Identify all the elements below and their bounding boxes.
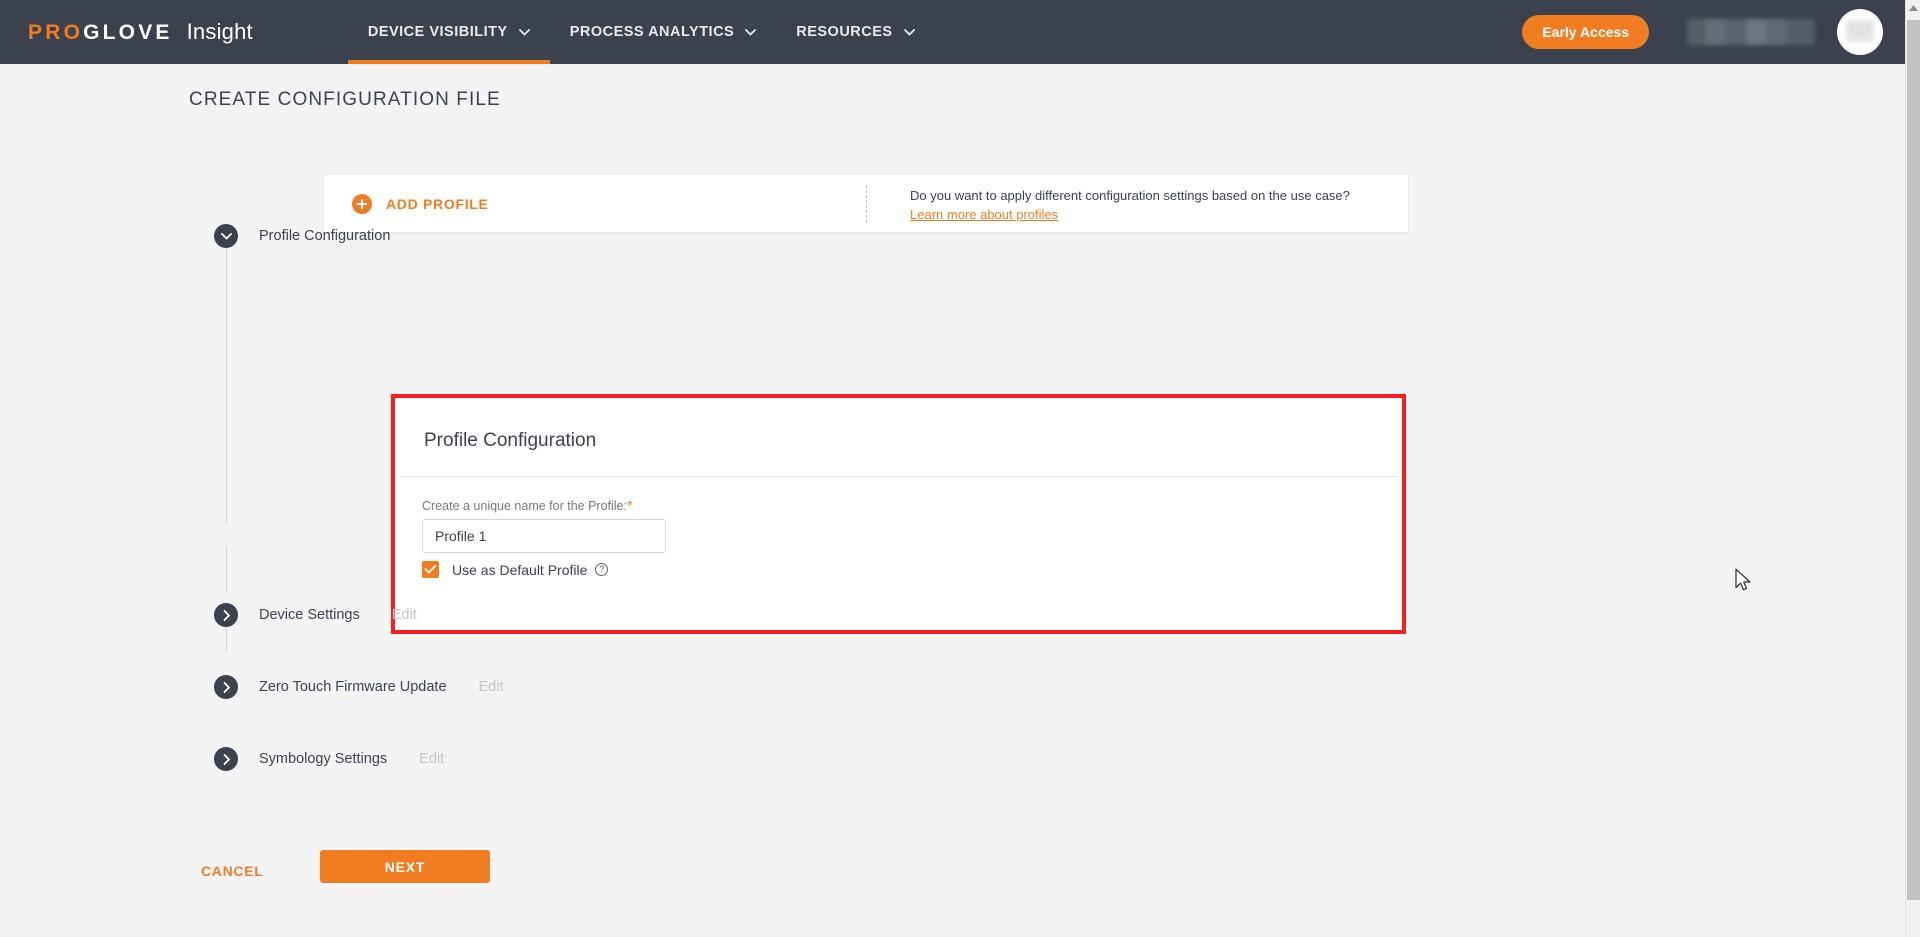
cancel-button[interactable]: CANCEL <box>197 855 268 887</box>
brand-glove-text: GLOVE <box>83 21 173 44</box>
required-marker: * <box>626 497 633 513</box>
add-profile-label: ADD PROFILE <box>386 195 489 212</box>
stepper-label-device-settings: Device Settings <box>259 607 360 623</box>
chevron-down-icon <box>903 28 915 36</box>
header-right-group: Early Access <box>1522 9 1883 55</box>
next-button[interactable]: NEXT <box>320 850 490 883</box>
nav-item-resources[interactable]: RESOURCES <box>776 0 934 64</box>
stepper-item-profile-configuration[interactable]: Profile Configuration <box>214 224 390 248</box>
main-navigation: DEVICE VISIBILITY PROCESS ANALYTICS RESO… <box>347 0 935 64</box>
use-as-default-profile-checkbox[interactable] <box>422 561 439 578</box>
learn-more-about-profiles-link[interactable]: Learn more about profiles <box>910 207 1058 222</box>
stepper-item-device-settings[interactable]: Device Settings Edit <box>214 603 417 627</box>
stepper-label-zero-touch-firmware-update: Zero Touch Firmware Update <box>259 679 447 695</box>
edit-link-symbology-settings[interactable]: Edit <box>419 751 444 767</box>
chevron-down-icon <box>518 28 530 36</box>
edit-link-zero-touch-firmware-update[interactable]: Edit <box>479 679 504 695</box>
brand-product-name: Insight <box>186 19 253 44</box>
scroll-up-arrow-icon[interactable] <box>1906 0 1920 16</box>
add-profile-card: ADD PROFILE Do you want to apply differe… <box>324 175 1408 232</box>
panel-divider <box>400 476 1397 477</box>
stepper-connector-line <box>226 546 227 592</box>
stepper-label-profile-configuration: Profile Configuration <box>259 228 391 244</box>
nav-label-device-visibility: DEVICE VISIBILITY <box>367 24 508 40</box>
user-name-redacted <box>1687 19 1815 45</box>
chevron-down-icon[interactable] <box>214 224 238 248</box>
brand-logo[interactable]: PRO GLOVE Insight <box>28 19 253 45</box>
user-avatar-icon[interactable] <box>1837 9 1883 55</box>
question-mark-icon[interactable]: ? <box>595 563 609 576</box>
plus-circle-icon <box>352 193 372 214</box>
scrollbar-thumb[interactable] <box>1907 20 1920 900</box>
stepper-item-symbology-settings[interactable]: Symbology Settings Edit <box>214 747 444 771</box>
stepper-label-symbology-settings: Symbology Settings <box>259 751 388 767</box>
stepper-item-zero-touch-firmware-update[interactable]: Zero Touch Firmware Update Edit <box>214 675 504 699</box>
profile-name-field-label: Create a unique name for the Profile:* <box>422 497 632 513</box>
app-header: PRO GLOVE Insight DEVICE VISIBILITY PROC… <box>0 0 1905 64</box>
nav-label-process-analytics: PROCESS ANALYTICS <box>569 24 735 40</box>
nav-item-device-visibility[interactable]: DEVICE VISIBILITY <box>347 0 550 64</box>
profile-name-label-text: Create a unique name for the Profile: <box>422 499 627 513</box>
nav-label-resources: RESOURCES <box>796 24 893 40</box>
brand-pro-text: PRO <box>28 21 84 44</box>
page-body: CREATE CONFIGURATION FILE ADD PROFILE Do… <box>0 64 1905 937</box>
early-access-button[interactable]: Early Access <box>1522 15 1649 49</box>
chevron-right-icon[interactable] <box>214 675 238 699</box>
card-vertical-divider <box>866 185 867 223</box>
chevron-right-icon[interactable] <box>214 747 238 771</box>
profile-name-input[interactable] <box>422 519 666 553</box>
profile-configuration-panel-highlight: Profile Configuration Create a unique na… <box>391 394 1406 634</box>
use-as-default-profile-row: Use as Default Profile ? <box>422 561 609 578</box>
profile-info-text: Do you want to apply different configura… <box>910 188 1350 203</box>
add-profile-button[interactable]: ADD PROFILE <box>352 193 489 214</box>
page-scrollbar[interactable] <box>1905 0 1920 937</box>
nav-item-process-analytics[interactable]: PROCESS ANALYTICS <box>550 0 777 64</box>
stepper-connector-line <box>226 248 227 524</box>
chevron-down-icon <box>745 28 757 36</box>
panel-title: Profile Configuration <box>424 430 597 451</box>
chevron-right-icon[interactable] <box>214 603 238 627</box>
mouse-cursor <box>1735 568 1752 597</box>
use-as-default-profile-label: Use as Default Profile <box>452 561 588 578</box>
edit-link-device-settings[interactable]: Edit <box>392 607 417 623</box>
page-title: CREATE CONFIGURATION FILE <box>189 89 501 110</box>
profile-configuration-panel: Profile Configuration Create a unique na… <box>395 398 1402 630</box>
profile-info-block: Do you want to apply different configura… <box>910 187 1350 224</box>
